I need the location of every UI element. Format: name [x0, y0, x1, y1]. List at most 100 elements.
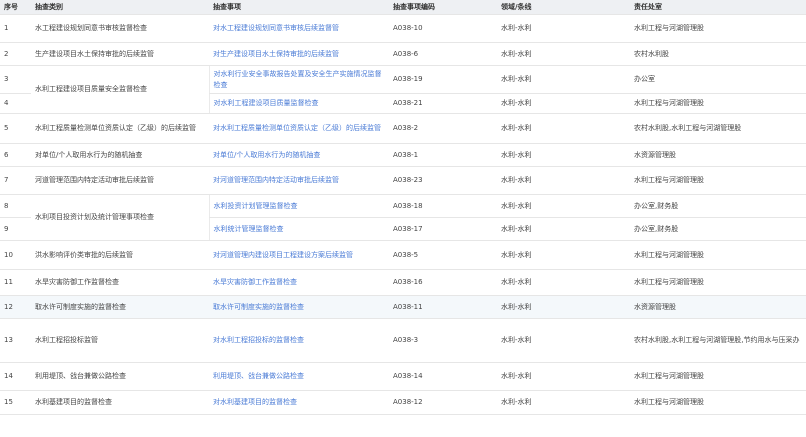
cell-item: 对生产建设项目水土保持审批的后续监管 — [209, 42, 389, 66]
item-link[interactable]: 对河道管理内建设项目工程建设方案后续监管 — [213, 251, 353, 259]
cell-item: 对单位/个人取用水行为的随机抽查 — [209, 143, 389, 167]
table-row: 3 水利工程建设项目质量安全监督检查 对水利行业安全事故报告处置及安全生产实施情… — [0, 65, 806, 114]
cell-field: 水利-水利 — [497, 390, 630, 415]
cell-no: 7 — [0, 166, 31, 195]
item-link[interactable]: 水利投资计划管理监督检查 — [214, 202, 298, 210]
cell-no: 12 — [0, 295, 31, 319]
header-field: 领域/条线 — [497, 0, 630, 15]
cell-field: 水利-水利 — [497, 240, 630, 270]
table-row: 15 水利基建项目的监督检查 对水利基建项目的监督检查 A038-12 水利-水… — [0, 390, 806, 415]
cell-category: 水旱灾害防御工作监督检查 — [31, 269, 209, 296]
table-row: 7 河道管理范围内特定活动审批后续监管 对河道管理范围内特定活动审批后续监管 A… — [0, 166, 806, 195]
cell-category: 洪水影响评价类审批的后续监管 — [31, 240, 209, 270]
cell-code: A038-1 — [389, 143, 497, 167]
cell-category: 河道管理范围内特定活动审批后续监管 — [31, 166, 209, 195]
item-link[interactable]: 水旱灾害防御工作监督检查 — [213, 278, 297, 286]
cell-dept: 办公室,财务股 — [630, 194, 806, 218]
cell-category: 水利工程质量检测单位资质认定（乙级）的后续监管 — [31, 113, 209, 144]
cell-item: 利用堤顶、戗台兼做公路检查 — [209, 362, 389, 391]
table-row: 6 对单位/个人取用水行为的随机抽查 对单位/个人取用水行为的随机抽查 A038… — [0, 143, 806, 167]
table-row: 5 水利工程质量检测单位资质认定（乙级）的后续监管 对水利工程质量检测单位资质认… — [0, 113, 806, 144]
cell-code: A038-14 — [389, 362, 497, 391]
cell-field: 水利-水利 — [497, 295, 630, 319]
cell-field: 水利-水利 — [497, 65, 630, 94]
cell-code: A038-10 — [389, 14, 497, 43]
cell-code: A038-11 — [389, 295, 497, 319]
table-row: 12 取水许可制度实施的监督检查 取水许可制度实施的监督检查 A038-11 水… — [0, 295, 806, 319]
cell-no: 15 — [0, 390, 31, 415]
cell-code: A038-3 — [389, 318, 497, 363]
cell-dept: 农村水利股 — [630, 42, 806, 66]
cell-no: 9 — [0, 217, 31, 241]
table-row: 13 水利工程招投标监管 对水利工程招投标的监督检查 A038-3 水利-水利 … — [0, 318, 806, 363]
cell-code: A038-23 — [389, 166, 497, 195]
cell-dept: 水利工程与河湖管理股 — [630, 240, 806, 270]
cell-dept: 水资源管理股 — [630, 295, 806, 319]
item-link[interactable]: 对水利工程质量检测单位资质认定（乙级）的后续监管 — [213, 124, 381, 132]
cell-code: A038-17 — [389, 217, 497, 241]
cell-item: 取水许可制度实施的监督检查 — [209, 295, 389, 319]
item-link[interactable]: 对水工程建设规划同意书审核后续监督管 — [213, 24, 339, 32]
cell-field: 水利-水利 — [497, 143, 630, 167]
header-code: 抽查事项编码 — [389, 0, 497, 15]
cell-field: 水利-水利 — [497, 93, 630, 114]
cell-item: 水利统计管理监督检查 — [208, 217, 389, 241]
cell-code: A038-5 — [389, 240, 497, 270]
table-row: 11 水旱灾害防御工作监督检查 水旱灾害防御工作监督检查 A038-16 水利-… — [0, 269, 806, 296]
item-link[interactable]: 利用堤顶、戗台兼做公路检查 — [213, 372, 304, 380]
cell-item: 对水利工程招投标的监督检查 — [209, 318, 389, 363]
cell-item: 对水利基建项目的监督检查 — [209, 390, 389, 415]
cell-item: 对河道管理范围内特定活动审批后续监管 — [209, 166, 389, 195]
table-row: 2 生产建设项目水土保持审批的后续监管 对生产建设项目水土保持审批的后续监管 A… — [0, 42, 806, 66]
cell-no: 13 — [0, 318, 31, 363]
cell-dept: 水利工程与河湖管理股 — [630, 269, 806, 296]
cell-item: 水旱灾害防御工作监督检查 — [209, 269, 389, 296]
header-dept: 责任处室 — [630, 0, 806, 15]
item-link[interactable]: 对单位/个人取用水行为的随机抽查 — [213, 151, 320, 159]
item-link[interactable]: 对生产建设项目水土保持审批的后续监管 — [213, 50, 339, 58]
cell-code: A038-19 — [389, 65, 497, 94]
cell-dept: 农村水利股,水利工程与河湖管理股,节约用水与压采办 — [630, 318, 806, 363]
cell-field: 水利-水利 — [497, 194, 630, 218]
cell-field: 水利-水利 — [497, 362, 630, 391]
table-row: 1 水工程建设规划同意书审核监督检查 对水工程建设规划同意书审核后续监督管 A0… — [0, 14, 806, 43]
cell-code: A038-21 — [389, 93, 497, 114]
header-no: 序号 — [0, 0, 31, 15]
header-category: 抽查类别 — [31, 0, 209, 15]
item-link[interactable]: 取水许可制度实施的监督检查 — [213, 303, 304, 311]
cell-no: 3 — [0, 65, 31, 94]
cell-code: A038-2 — [389, 113, 497, 144]
cell-no: 11 — [0, 269, 31, 296]
cell-dept: 办公室 — [630, 65, 806, 94]
item-link[interactable]: 水利统计管理监督检查 — [214, 225, 284, 233]
cell-category: 水利工程招投标监管 — [31, 318, 209, 363]
cell-field: 水利-水利 — [497, 269, 630, 296]
item-link[interactable]: 对河道管理范围内特定活动审批后续监管 — [213, 176, 339, 184]
cell-no: 10 — [0, 240, 31, 270]
item-link[interactable]: 对水利行业安全事故报告处置及安全生产实施情况监督检查 — [214, 70, 382, 89]
cell-code: A038-12 — [389, 390, 497, 415]
cell-field: 水利-水利 — [497, 14, 630, 43]
table-row: 8 水利项目投资计划及统计管理事项检查 水利投资计划管理监督检查 A038-18… — [0, 194, 806, 241]
cell-item: 对水利工程质量检测单位资质认定（乙级）的后续监管 — [209, 113, 389, 144]
cell-category: 水利基建项目的监督检查 — [31, 390, 209, 415]
item-link[interactable]: 对水利工程招投标的监督检查 — [213, 336, 304, 344]
cell-field: 水利-水利 — [497, 217, 630, 241]
cell-dept: 水利工程与河湖管理股 — [630, 14, 806, 43]
cell-code: A038-6 — [389, 42, 497, 66]
inspection-table: 序号 抽查类别 抽查事项 抽查事项编码 领域/条线 责任处室 1 水工程建设规划… — [0, 0, 806, 415]
cell-item: 对水工程建设规划同意书审核后续监督管 — [209, 14, 389, 43]
item-link[interactable]: 对水利基建项目的监督检查 — [213, 398, 297, 406]
cell-category: 取水许可制度实施的监督检查 — [31, 295, 209, 319]
cell-no: 8 — [0, 194, 31, 218]
item-link[interactable]: 对水利工程建设项目质量监督检查 — [214, 99, 319, 107]
cell-dept: 办公室,财务股 — [630, 217, 806, 241]
cell-category: 水利工程建设项目质量安全监督检查 — [31, 65, 209, 114]
cell-no: 6 — [0, 143, 31, 167]
table-row: 14 利用堤顶、戗台兼做公路检查 利用堤顶、戗台兼做公路检查 A038-14 水… — [0, 362, 806, 391]
cell-no: 4 — [0, 93, 31, 114]
cell-category: 利用堤顶、戗台兼做公路检查 — [31, 362, 209, 391]
header-item: 抽查事项 — [209, 0, 389, 15]
cell-dept: 水资源管理股 — [630, 143, 806, 167]
cell-no: 5 — [0, 113, 31, 144]
